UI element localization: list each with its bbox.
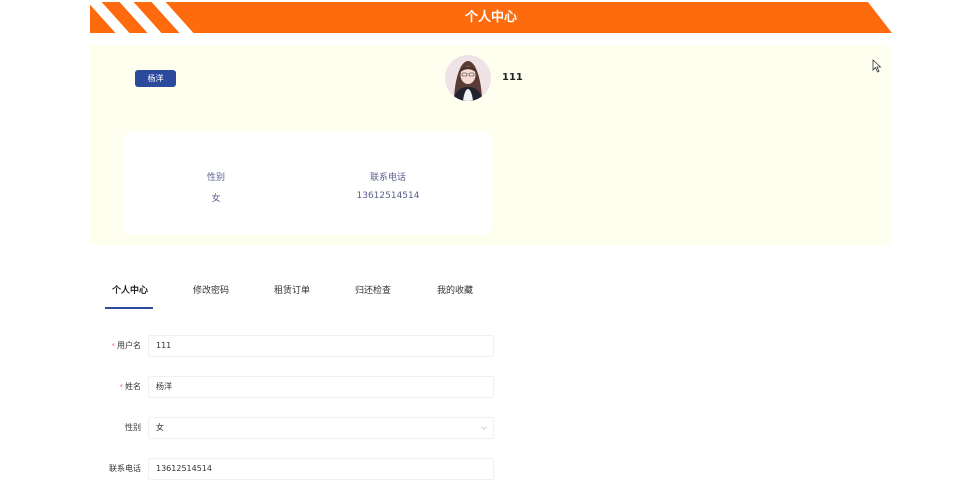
profile-username: 111: [502, 72, 523, 83]
phone-field-label: 联系电话: [109, 464, 141, 473]
gender-select[interactable]: 女: [148, 417, 494, 439]
phone-input[interactable]: 13612514514: [148, 458, 494, 480]
phone-label: 联系电话: [369, 173, 406, 183]
tab-rental-orders[interactable]: 租赁订单: [274, 283, 310, 305]
avatar-photo-icon: [445, 55, 491, 101]
username-label: * 用户名: [111, 341, 142, 350]
phone-value: 13612514514: [356, 191, 420, 201]
profile-info-card: 性别 女 联系电话 13612514514: [123, 132, 492, 235]
tab-profile-center[interactable]: 个人中心: [112, 283, 148, 305]
gender-select-value: 女: [156, 423, 164, 432]
profile-panel: 杨洋 111 性别 女 联系电话 13612514514: [90, 45, 892, 245]
active-tab-indicator: [105, 307, 153, 309]
gender-info: 性别 女: [146, 170, 286, 204]
gender-field-label: 性别: [125, 423, 141, 432]
form-row-name: * 姓名 杨洋: [96, 376, 496, 398]
header-banner: 个人中心: [90, 2, 892, 33]
gender-label: 性别: [206, 173, 225, 183]
name-label: * 姓名: [119, 382, 142, 391]
form-row-username: * 用户名 111: [96, 335, 496, 357]
form-row-phone: 联系电话 13612514514: [96, 458, 496, 480]
tab-change-password[interactable]: 修改密码: [193, 283, 229, 305]
required-mark: *: [119, 383, 124, 391]
name-badge: 杨洋: [135, 70, 176, 87]
avatar: [445, 55, 491, 101]
username-input[interactable]: 111: [148, 335, 494, 357]
mouse-cursor-icon: [872, 59, 882, 73]
name-input[interactable]: 杨洋: [148, 376, 494, 398]
tab-return-check[interactable]: 归还检查: [355, 283, 391, 305]
page-title: 个人中心: [464, 10, 517, 25]
form-row-gender: 性别 女: [96, 417, 496, 439]
gender-value: 女: [211, 194, 221, 204]
phone-info: 联系电话 13612514514: [318, 170, 458, 201]
tab-my-favorites[interactable]: 我的收藏: [437, 283, 473, 305]
required-mark: *: [111, 342, 116, 350]
chevron-down-icon: [481, 426, 487, 430]
